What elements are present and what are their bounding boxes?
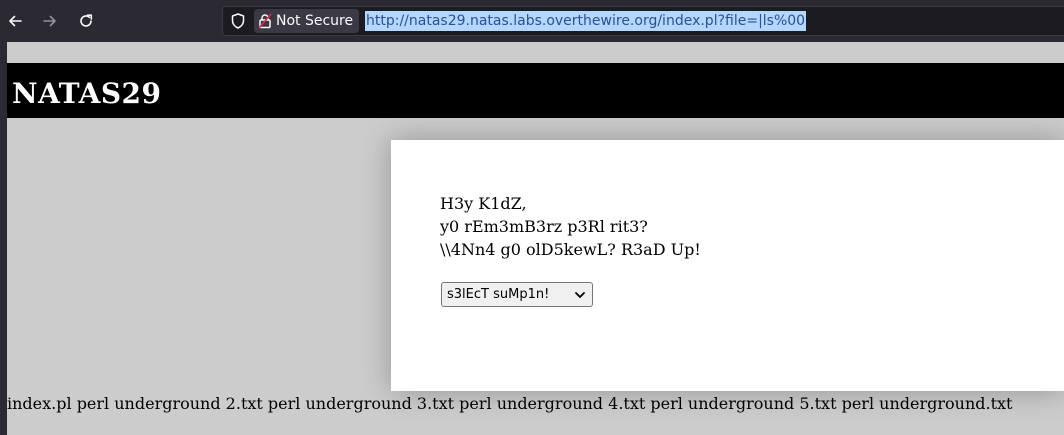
arrow-left-icon bbox=[9, 15, 22, 27]
chevron-down-icon bbox=[575, 292, 585, 298]
message-text: H3y K1dZ, y0 rEm3mB3rz p3Rl rit3? \\4Nn4… bbox=[440, 192, 701, 261]
file-select-value: s3lEcT suMp1n! bbox=[447, 287, 550, 302]
url-bar[interactable]: Not Secure http://natas29.natas.labs.ove… bbox=[222, 6, 1064, 36]
page-title: NATAS29 bbox=[12, 77, 162, 110]
command-output: index.pl perl underground 2.txt perl und… bbox=[7, 394, 1013, 413]
page-header: NATAS29 bbox=[7, 63, 1064, 118]
insecure-lock-icon bbox=[258, 13, 272, 29]
tracking-protection-button[interactable] bbox=[229, 12, 247, 30]
reload-button[interactable] bbox=[73, 8, 99, 34]
security-label: Not Secure bbox=[276, 13, 354, 29]
url-text[interactable]: http://natas29.natas.labs.overthewire.or… bbox=[365, 11, 807, 31]
message-line: y0 rEm3mB3rz p3Rl rit3? bbox=[440, 217, 648, 236]
reload-icon bbox=[80, 14, 93, 27]
content-panel: H3y K1dZ, y0 rEm3mB3rz p3Rl rit3? \\4Nn4… bbox=[391, 140, 1064, 391]
shield-icon bbox=[231, 13, 245, 29]
message-line: \\4Nn4 g0 olD5kewL? R3aD Up! bbox=[440, 240, 701, 259]
browser-toolbar: Not Secure http://natas29.natas.labs.ove… bbox=[0, 0, 1064, 42]
file-select[interactable]: s3lEcT suMp1n! bbox=[441, 282, 593, 307]
sidebar-edge bbox=[0, 42, 7, 435]
back-button[interactable] bbox=[2, 8, 28, 34]
arrow-right-icon bbox=[43, 15, 56, 27]
site-security-button[interactable]: Not Secure bbox=[254, 9, 360, 33]
message-line: H3y K1dZ, bbox=[440, 194, 527, 213]
forward-button[interactable] bbox=[37, 8, 63, 34]
